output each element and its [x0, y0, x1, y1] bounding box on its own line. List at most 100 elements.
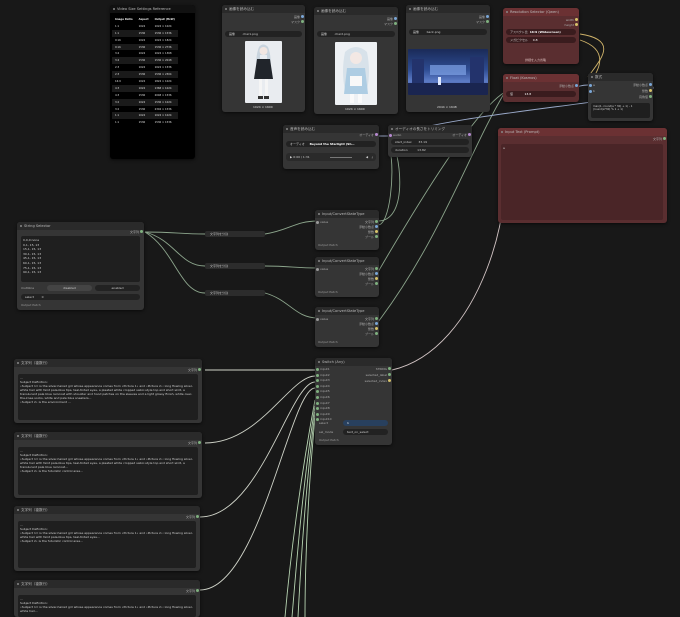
output-slot[interactable]: [375, 282, 378, 285]
prompt-textarea[interactable]: a: [501, 144, 663, 220]
math-expression-node[interactable]: 数式 a b 浮動小数点 整数 真偽値 max(1, round(a * 30)…: [588, 73, 653, 121]
download-icon[interactable]: ⤓: [372, 153, 373, 161]
output-slot[interactable]: [375, 322, 378, 325]
load-image-node-2[interactable]: 画像を読み込む 画像 マスク 画像 char2.png 1024 × 1600: [314, 7, 398, 114]
output-slot[interactable]: [375, 133, 378, 136]
output-slot[interactable]: [649, 95, 652, 98]
load-image-node-3[interactable]: 画像を読み込む 画像 マスク 画像 back.png 2944 × 1648: [406, 5, 490, 112]
output-patch-button[interactable]: Output Patch: [318, 340, 338, 344]
output-patch-button[interactable]: Output Patch: [319, 438, 339, 442]
input-slot-audio[interactable]: [389, 134, 392, 137]
multiline-enabled-toggle[interactable]: enabled: [95, 285, 140, 291]
formula-textarea[interactable]: max(1, round(a * 30) + 1) - 1 (round(a*3…: [591, 103, 650, 118]
input-slot-input2[interactable]: [316, 373, 319, 377]
volume-icon[interactable]: ◀: [366, 153, 368, 161]
audio-file-select[interactable]: オーディオ Beyond the Starlight (Sh…: [286, 141, 376, 147]
input-slot-input3[interactable]: [316, 379, 319, 383]
output-slot[interactable]: [468, 133, 471, 136]
multiline-text-node-4[interactable]: 文字列（複数行） 文字列 ... Subject Definition: •Su…: [14, 580, 200, 617]
output-slot[interactable]: [375, 332, 378, 335]
prompt-textarea[interactable]: ... Subject Definition: •Subject 1= is t…: [18, 374, 198, 420]
split-string-node-2[interactable]: 文字列を分割: [205, 263, 265, 269]
input-slot-input6[interactable]: [316, 396, 319, 399]
output-slot[interactable]: [375, 267, 378, 270]
input-text-node[interactable]: Input Text (Prompt) 文字列 a: [498, 128, 667, 223]
output-patch-button[interactable]: Output Patch: [21, 303, 41, 307]
input-slot-value[interactable]: [316, 221, 319, 224]
play-icon[interactable]: ▶: [290, 155, 292, 159]
output-slot[interactable]: [196, 589, 199, 592]
duration-input[interactable]: duration 13.82: [391, 147, 469, 153]
output-slot[interactable]: [196, 515, 199, 518]
input-slot-input1[interactable]: [316, 368, 319, 371]
input-slot-input8[interactable]: [316, 407, 319, 411]
input-slot-input9[interactable]: [316, 412, 319, 416]
prompt-textarea[interactable]: ... Subject Definition: •Subject 1= is t…: [18, 521, 196, 568]
multiline-text-node-1[interactable]: 文字列（複数行） 文字列 ... Subject Definition: •Su…: [14, 359, 202, 423]
output-patch-button[interactable]: Output Patch: [318, 243, 338, 247]
float-node[interactable]: Float (Kosmos) 浮動小数点 値 13.8: [503, 74, 579, 102]
resolution-selector-node[interactable]: Resolution Selector (Qwen) width height …: [503, 8, 579, 64]
input-slot-value[interactable]: [316, 268, 319, 271]
split-string-node-3[interactable]: 文字列を分割: [205, 290, 265, 296]
output-slot[interactable]: [301, 15, 304, 18]
string-selector-node[interactable]: String Selector 文字列 0,0,0:none 0,1, 15, …: [17, 222, 144, 310]
audio-trim-node[interactable]: オーディオの長さをトリミング audio オーディオ start_index 3…: [388, 125, 472, 157]
output-slot[interactable]: [486, 20, 489, 23]
output-slot[interactable]: [649, 83, 652, 86]
load-audio-node[interactable]: 音声を読み込む オーディオ オーディオ Beyond the Starlight…: [283, 125, 379, 169]
output-slot[interactable]: [375, 220, 378, 223]
output-slot[interactable]: [388, 367, 391, 370]
convert-type-node-3[interactable]: Input/ConvertStateType value 文字列 浮動小数点 整…: [315, 307, 379, 347]
sel-mode-select[interactable]: text_on_select: [343, 429, 388, 435]
output-slot[interactable]: [198, 368, 201, 371]
output-slot[interactable]: [301, 20, 304, 23]
image-file-select[interactable]: 画像 char1.png: [225, 31, 302, 37]
output-slot[interactable]: [486, 15, 489, 18]
convert-type-node-1[interactable]: Input/ConvertStateType value 文字列 浮動小数点 整…: [315, 210, 379, 250]
multiline-text-node-3[interactable]: 文字列（複数行） 文字列 ... Subject Definition: •Su…: [14, 506, 200, 571]
output-slot[interactable]: [375, 272, 378, 275]
output-slot[interactable]: [375, 235, 378, 238]
aspect-ratio-select[interactable]: アスペクト比 16:9 (Widescreen): [506, 29, 576, 35]
input-slot-b[interactable]: [589, 90, 592, 93]
output-slot[interactable]: [375, 317, 378, 320]
input-slot-input4[interactable]: [316, 384, 319, 388]
output-slot[interactable]: [375, 277, 378, 280]
input-slot-input7[interactable]: [316, 401, 319, 405]
output-slot[interactable]: [575, 23, 578, 26]
collapse-hint[interactable]: 詳細を入力省略: [525, 58, 546, 62]
node-canvas[interactable]: Video Size Settings Reference Image Rati…: [0, 0, 680, 617]
audio-progress-bar[interactable]: [330, 156, 352, 158]
output-slot[interactable]: [394, 17, 397, 20]
output-slot[interactable]: [375, 230, 378, 233]
start-index-input[interactable]: start_index 33.19: [391, 139, 469, 145]
convert-type-node-2[interactable]: Input/ConvertStateType value 文字列 浮動小数点 整…: [315, 257, 379, 297]
select-input[interactable]: 1: [343, 420, 388, 426]
output-slot[interactable]: [575, 18, 578, 21]
image-file-select[interactable]: 画像 back.png: [409, 29, 487, 35]
float-value-input[interactable]: 値 13.8: [506, 91, 576, 97]
switch-any-node[interactable]: Switch (Any) input1 input2 input3 input4 inp…: [315, 358, 392, 445]
select-index-input[interactable]: select 0: [21, 294, 140, 300]
prompt-textarea[interactable]: ... Subject Definition: •Subject 1= is t…: [18, 447, 198, 495]
output-slot[interactable]: [140, 230, 143, 233]
image-file-select[interactable]: 画像 char2.png: [317, 31, 395, 37]
load-image-node-1[interactable]: 画像を読み込む 画像 マスク 画像 char1.png 1024 × 1600: [222, 5, 305, 112]
output-patch-button[interactable]: Output Patch: [318, 290, 338, 294]
multiline-text-node-2[interactable]: 文字列（複数行） 文字列 ... Subject Definition: •Su…: [14, 432, 202, 498]
audio-player[interactable]: ▶ 0:00 / 1:31 ◀ ⤓: [286, 153, 376, 161]
output-slot[interactable]: [388, 379, 391, 382]
input-slot-a[interactable]: [589, 84, 592, 87]
split-string-node-1[interactable]: 文字列を分割: [205, 231, 265, 237]
output-slot[interactable]: [375, 225, 378, 228]
prompt-textarea[interactable]: ... Subject Definition: •Subject 1= is t…: [18, 595, 196, 617]
size-reference-node[interactable]: Video Size Settings Reference Image Rati…: [110, 5, 195, 159]
input-slot-input5[interactable]: [316, 390, 319, 394]
strings-textarea[interactable]: 0,0,0:none 0,1, 15, 13 15,1, 15, 13 30,1…: [21, 236, 140, 282]
output-slot[interactable]: [198, 441, 201, 444]
output-slot[interactable]: [394, 22, 397, 25]
output-slot[interactable]: [663, 137, 666, 140]
output-slot[interactable]: [649, 89, 652, 92]
input-slot-value[interactable]: [316, 318, 319, 321]
